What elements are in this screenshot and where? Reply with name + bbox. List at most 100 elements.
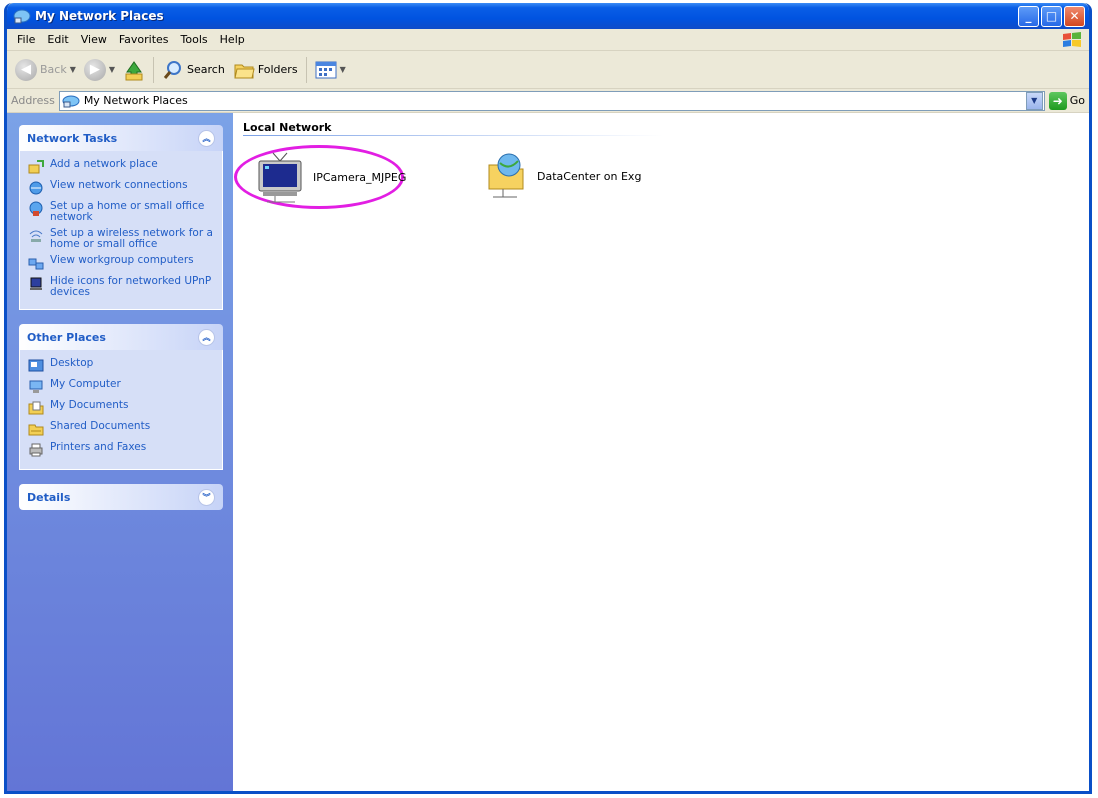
dropdown-arrow-icon: ▼ — [108, 65, 116, 74]
forward-arrow-icon: ▶ — [83, 58, 106, 81]
menu-favorites[interactable]: Favorites — [113, 33, 175, 46]
windows-logo-icon — [1063, 32, 1081, 47]
task-add-network-place[interactable]: Add a network place — [28, 159, 214, 175]
place-desktop[interactable]: Desktop — [28, 358, 214, 374]
task-setup-home-network[interactable]: Set up a home or small office network — [28, 201, 214, 223]
collapse-chevron-icon[interactable]: ︽ — [198, 129, 215, 147]
back-arrow-icon: ◀ — [15, 58, 37, 81]
details-header[interactable]: Details ︾ — [19, 484, 223, 510]
expand-chevron-icon[interactable]: ︾ — [198, 488, 215, 506]
folders-button[interactable]: Folders — [229, 55, 302, 85]
place-label: My Documents — [50, 399, 129, 411]
task-label: Set up a home or small office network — [50, 200, 205, 223]
address-label: Address — [11, 94, 55, 107]
address-value: My Network Places — [83, 94, 188, 107]
network-places-icon — [13, 9, 31, 24]
menu-view[interactable]: View — [75, 33, 113, 46]
search-button[interactable]: Search — [158, 55, 229, 85]
explorer-window: My Network Places _ □ ✕ File Edit View F… — [4, 3, 1092, 794]
my-computer-icon — [29, 380, 43, 393]
menu-bar: File Edit View Favorites Tools Help — [7, 29, 1089, 51]
network-connections-icon — [29, 181, 43, 195]
folder-up-icon — [125, 60, 143, 80]
views-button[interactable]: ▼ — [311, 55, 350, 85]
wireless-network-icon — [29, 230, 43, 242]
group-divider — [243, 135, 663, 136]
address-dropdown-icon[interactable]: ▼ — [1025, 91, 1043, 110]
task-pane: Network Tasks ︽ Add a network place View… — [7, 113, 233, 791]
task-label: Set up a wireless network for a home or … — [50, 227, 213, 250]
panel-title: Details — [27, 490, 71, 504]
other-places-header[interactable]: Other Places ︽ — [19, 324, 223, 350]
task-view-workgroup-computers[interactable]: View workgroup computers — [28, 255, 214, 271]
place-label: My Computer — [50, 378, 121, 390]
network-places-icon — [62, 95, 80, 107]
panel-title: Other Places — [27, 330, 106, 344]
upnp-camera-icon — [258, 152, 302, 203]
desktop-icon — [28, 359, 44, 372]
forward-button[interactable]: ▶ ▼ — [80, 55, 119, 85]
title-bar[interactable]: My Network Places _ □ ✕ — [7, 3, 1089, 29]
close-button[interactable]: ✕ — [1064, 5, 1085, 27]
place-label: Printers and Faxes — [50, 441, 147, 453]
other-places-panel: Other Places ︽ Desktop My Computer My Do… — [19, 324, 223, 470]
place-my-computer[interactable]: My Computer — [28, 379, 214, 395]
network-tasks-body: Add a network place View network connect… — [19, 151, 223, 310]
place-printers-and-faxes[interactable]: Printers and Faxes — [28, 442, 214, 458]
task-label: Hide icons for networked UPnP devices — [50, 275, 212, 298]
shared-documents-icon — [28, 424, 44, 436]
network-item-datacenter[interactable]: DataCenter on Exg — [483, 151, 641, 201]
minimize-button[interactable]: _ — [1018, 5, 1039, 27]
workgroup-computers-icon — [28, 258, 44, 270]
network-tasks-panel: Network Tasks ︽ Add a network place View… — [19, 125, 223, 310]
group-title: Local Network — [243, 121, 332, 134]
place-label: Shared Documents — [50, 420, 151, 432]
task-label: Add a network place — [50, 158, 158, 170]
task-label: View workgroup computers — [50, 254, 194, 266]
go-button[interactable]: ➜ Go — [1048, 91, 1085, 110]
item-label: IPCamera_MJPEG — [313, 170, 407, 184]
task-label: View network connections — [50, 179, 188, 191]
toolbar-separator — [305, 56, 307, 83]
task-view-network-connections[interactable]: View network connections — [28, 180, 214, 196]
search-label: Search — [187, 63, 225, 76]
place-label: Desktop — [50, 357, 94, 369]
views-icon — [315, 61, 337, 78]
collapse-chevron-icon[interactable]: ︽ — [198, 328, 215, 346]
menu-tools[interactable]: Tools — [175, 33, 214, 46]
up-button[interactable] — [119, 55, 149, 85]
go-label: Go — [1069, 94, 1085, 107]
item-label: DataCenter on Exg — [537, 169, 642, 183]
place-shared-documents[interactable]: Shared Documents — [28, 421, 214, 437]
toolbar-separator — [153, 56, 155, 83]
toolbar: ◀ Back ▼ ▶ ▼ Search Folders ▼ — [7, 51, 1089, 89]
go-arrow-icon: ➜ — [1048, 91, 1067, 110]
file-view: Local Network IPCamera_MJPEG DataCenter … — [233, 113, 1089, 791]
upnp-devices-icon — [30, 277, 42, 290]
task-setup-wireless-network[interactable]: Set up a wireless network for a home or … — [28, 228, 214, 250]
search-icon — [163, 60, 182, 79]
place-my-documents[interactable]: My Documents — [28, 400, 214, 416]
address-bar: Address My Network Places ▼ ➜ Go — [7, 89, 1089, 113]
dropdown-arrow-icon: ▼ — [69, 65, 76, 74]
menu-edit[interactable]: Edit — [41, 33, 74, 46]
maximize-button[interactable]: □ — [1041, 5, 1062, 27]
task-hide-upnp-icons[interactable]: Hide icons for networked UPnP devices — [28, 276, 214, 298]
window-title: My Network Places — [35, 9, 164, 23]
panel-title: Network Tasks — [27, 131, 118, 145]
home-network-icon — [29, 201, 43, 216]
network-tasks-header[interactable]: Network Tasks ︽ — [19, 125, 223, 151]
printer-icon — [29, 443, 43, 457]
add-network-place-icon — [28, 160, 44, 174]
address-field[interactable]: My Network Places ▼ — [58, 90, 1045, 111]
back-button[interactable]: ◀ Back ▼ — [11, 55, 80, 85]
menu-help[interactable]: Help — [214, 33, 251, 46]
other-places-body: Desktop My Computer My Documents Shared … — [19, 350, 223, 470]
back-label: Back — [40, 63, 67, 76]
body-area: Network Tasks ︽ Add a network place View… — [7, 113, 1089, 791]
my-documents-icon — [28, 401, 44, 415]
menu-file[interactable]: File — [11, 33, 41, 46]
network-item-ipcamera[interactable]: IPCamera_MJPEG — [255, 151, 406, 203]
details-panel: Details ︾ — [19, 484, 223, 510]
folders-label: Folders — [257, 63, 298, 76]
